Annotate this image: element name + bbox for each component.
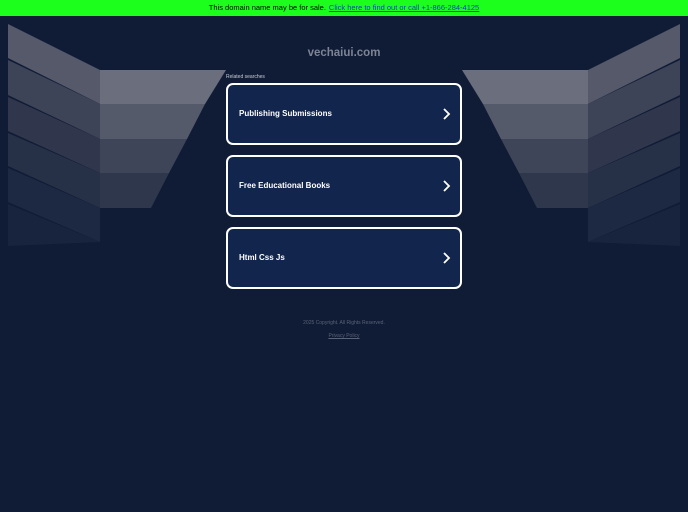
copyright-text: 2025 Copyright. All Rights Reserved. <box>303 320 385 326</box>
search-card-label: Html Css Js <box>239 253 285 262</box>
search-card-free-educational-books[interactable]: Free Educational Books <box>226 155 462 217</box>
search-card-label: Free Educational Books <box>239 181 331 190</box>
parked-domain-page: This domain name may be for sale. Click h… <box>0 0 688 512</box>
chevron-right-icon <box>443 252 451 264</box>
privacy-policy-link[interactable]: Privacy Policy <box>328 333 359 339</box>
search-card-html-css-js[interactable]: Html Css Js <box>226 227 462 289</box>
sale-inquiry-link[interactable]: Click here to find out or call +1-866-28… <box>329 3 479 12</box>
domain-title: vechaiui.com <box>307 47 381 59</box>
domain-sale-banner: This domain name may be for sale. Click h… <box>0 0 688 16</box>
search-card-publishing-submissions[interactable]: Publishing Submissions <box>226 83 462 145</box>
chevron-right-icon <box>443 180 451 192</box>
chevron-right-icon <box>443 108 451 120</box>
privacy-policy: Privacy Policy <box>0 333 688 339</box>
sale-banner-text: This domain name may be for sale. <box>208 3 326 12</box>
related-searches-label: Related searches <box>226 74 265 80</box>
search-card-label: Publishing Submissions <box>239 109 332 118</box>
